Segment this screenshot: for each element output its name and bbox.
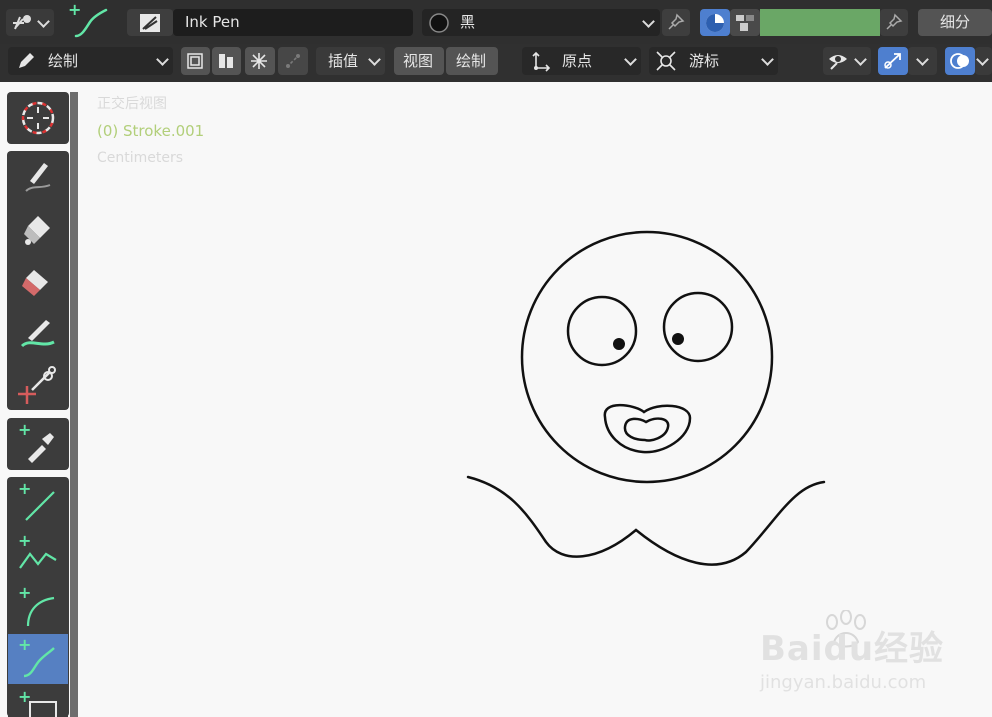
color-mode-vertex-button[interactable] bbox=[730, 9, 760, 36]
ink-pen-icon bbox=[140, 14, 160, 32]
arc-tool-button[interactable]: + bbox=[8, 582, 68, 632]
chevron-down-icon bbox=[916, 53, 929, 66]
polyline-icon bbox=[19, 552, 57, 569]
pin-material-button[interactable] bbox=[662, 9, 690, 36]
chevron-down-icon bbox=[37, 15, 50, 28]
material-sphere-icon bbox=[429, 13, 449, 33]
interpolate-label: 插值 bbox=[328, 52, 359, 70]
interpolate-dropdown[interactable]: 插值 bbox=[316, 47, 385, 75]
color-swatch[interactable] bbox=[760, 9, 880, 36]
vertex-color-icon bbox=[736, 15, 754, 31]
tint-brush-icon bbox=[20, 320, 55, 348]
fill-tool-button[interactable] bbox=[8, 204, 68, 254]
origin-label: 原点 bbox=[562, 52, 593, 70]
draw-menu[interactable]: 绘制 bbox=[446, 47, 498, 75]
freeze-button[interactable] bbox=[245, 47, 275, 75]
origin-dropdown[interactable]: 原点 bbox=[522, 47, 641, 75]
toolbar-scroll-edge bbox=[70, 92, 78, 717]
chevron-down-icon bbox=[624, 53, 637, 66]
brush-name: Ink Pen bbox=[185, 13, 240, 31]
subdivide-label: 细分 bbox=[940, 13, 971, 31]
snap-icon bbox=[286, 54, 300, 68]
line-tool-button[interactable]: + bbox=[8, 478, 68, 528]
watermark-brand: Baidu经验 bbox=[760, 629, 945, 669]
multiframe-button[interactable] bbox=[181, 47, 210, 75]
active-tool-icon: + bbox=[66, 2, 112, 42]
chevron-down-icon bbox=[976, 53, 989, 66]
mode-dropdown[interactable]: 绘制 bbox=[8, 47, 173, 75]
pencil-icon bbox=[25, 163, 51, 192]
view-menu[interactable]: 视图 bbox=[394, 47, 444, 75]
watermark: Baidu经验 jingyan.baidu.com bbox=[758, 610, 988, 700]
gizmo-toggle-button[interactable] bbox=[878, 47, 908, 75]
draw-tool-button[interactable] bbox=[8, 152, 68, 202]
material-dropdown[interactable]: 黑 bbox=[422, 9, 660, 36]
gizmo-icon bbox=[884, 53, 901, 69]
brush-name-field[interactable]: Ink Pen bbox=[173, 9, 413, 36]
visibility-dropdown[interactable] bbox=[823, 47, 871, 75]
chevron-down-icon bbox=[156, 53, 169, 66]
tint-tool-button[interactable] bbox=[8, 308, 68, 358]
material-mode-icon bbox=[706, 14, 724, 32]
keyframe-icon bbox=[219, 54, 233, 68]
draw-label: 绘制 bbox=[456, 52, 487, 70]
brush-preview-button[interactable] bbox=[127, 9, 173, 36]
cursor-tool-button[interactable] bbox=[8, 93, 68, 143]
line-icon bbox=[25, 491, 55, 521]
chevron-down-icon bbox=[368, 53, 381, 66]
chevron-down-icon bbox=[854, 53, 867, 66]
eye-icon bbox=[829, 55, 847, 70]
tool-settings-menu[interactable] bbox=[6, 9, 54, 36]
overlay-toggle-button[interactable] bbox=[945, 47, 975, 75]
left-eye bbox=[566, 295, 638, 367]
cursor-icon bbox=[21, 101, 55, 135]
curve-tool-button[interactable]: + bbox=[8, 634, 68, 684]
cursor-label: 游标 bbox=[689, 52, 720, 70]
body-curve bbox=[466, 475, 826, 566]
gizmo-dropdown[interactable] bbox=[908, 47, 937, 75]
curve-icon bbox=[74, 8, 108, 38]
origin-axes-icon bbox=[532, 51, 551, 72]
mode-label: 绘制 bbox=[48, 52, 79, 70]
overlay-dropdown[interactable] bbox=[975, 47, 992, 75]
box-icon bbox=[29, 701, 57, 717]
mouth-outer bbox=[603, 403, 692, 454]
chevron-down-icon bbox=[642, 15, 655, 28]
snap-button[interactable] bbox=[278, 47, 308, 75]
brush-gizmo-icon bbox=[13, 15, 31, 30]
material-name: 黑 bbox=[460, 13, 476, 31]
autokey-button[interactable] bbox=[212, 47, 241, 75]
pencil-icon bbox=[19, 53, 34, 68]
eyedropper-tool-button[interactable]: + bbox=[8, 419, 68, 469]
layers-icon bbox=[187, 53, 203, 69]
pin-icon bbox=[886, 13, 903, 30]
box-tool-button[interactable]: + bbox=[8, 686, 68, 717]
viewport[interactable]: 正交后视图 (0) Stroke.001 Centimeters Baidu经验… bbox=[78, 82, 992, 717]
view-label: 视图 bbox=[403, 52, 434, 70]
right-pupil bbox=[672, 333, 684, 345]
erase-tool-button[interactable] bbox=[8, 256, 68, 306]
arc-icon bbox=[26, 596, 55, 627]
chevron-down-icon bbox=[761, 53, 774, 66]
mouth-inner bbox=[623, 417, 670, 442]
eraser-icon bbox=[22, 270, 48, 296]
color-mode-material-button[interactable] bbox=[700, 9, 730, 36]
watermark-url: jingyan.baidu.com bbox=[760, 672, 927, 693]
face-outline bbox=[520, 230, 774, 484]
overlay-icon bbox=[950, 53, 969, 69]
subdivide-button[interactable]: 细分 bbox=[918, 9, 992, 36]
pin-color-button[interactable] bbox=[880, 9, 908, 36]
pin-icon bbox=[668, 13, 685, 30]
eyedropper-icon bbox=[28, 433, 54, 463]
left-pupil bbox=[613, 338, 625, 350]
fill-bucket-icon bbox=[24, 216, 50, 245]
right-eye bbox=[662, 291, 734, 363]
cutter-icon bbox=[18, 366, 56, 404]
polyline-tool-button[interactable]: + bbox=[8, 530, 68, 580]
cursor-dropdown[interactable]: 游标 bbox=[649, 47, 778, 75]
curve-icon bbox=[23, 647, 55, 678]
cutter-tool-button[interactable] bbox=[8, 360, 68, 409]
snowflake-icon bbox=[251, 53, 267, 69]
cursor-target-icon bbox=[656, 51, 676, 71]
